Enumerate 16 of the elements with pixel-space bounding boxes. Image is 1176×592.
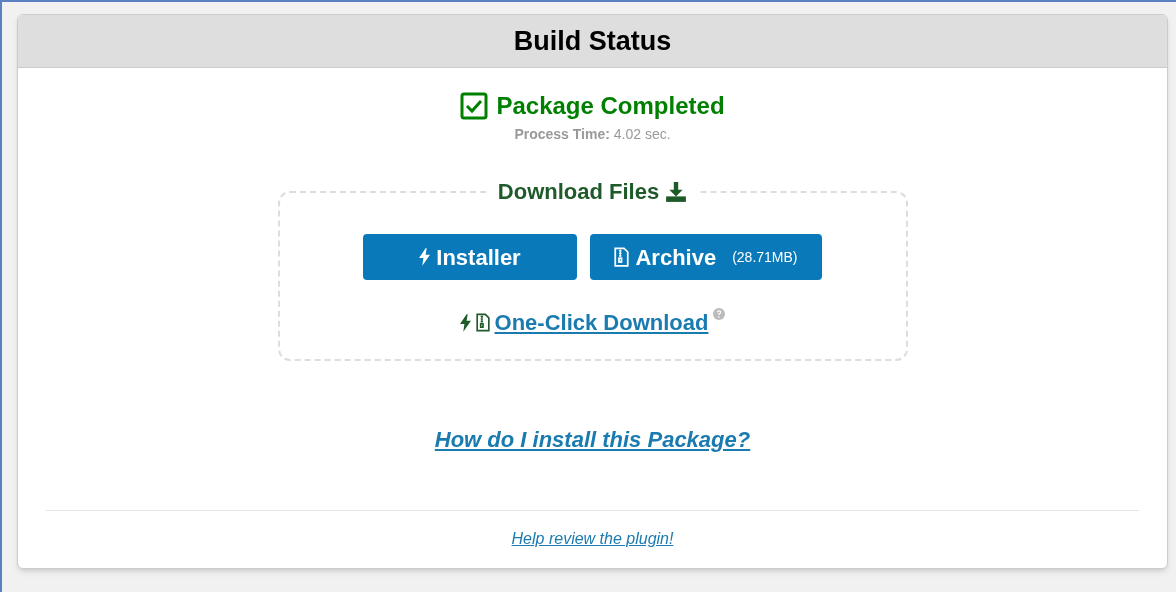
lightning-icon: [419, 248, 431, 266]
help-icon: [713, 308, 726, 320]
download-legend: Download Files: [497, 175, 660, 208]
zip-file-icon: [614, 247, 630, 267]
archive-button[interactable]: Archive (28.71MB): [590, 234, 822, 280]
installer-button[interactable]: Installer: [363, 234, 577, 280]
status-title: Package Completed: [496, 91, 725, 121]
download-icon: [665, 180, 688, 203]
install-help-link[interactable]: How do I install this Package?: [434, 423, 751, 456]
review-plugin-link[interactable]: Help review the plugin!: [511, 526, 674, 551]
panel-title: Build Status: [513, 24, 672, 58]
one-click-download-link[interactable]: One-Click Download: [494, 306, 709, 339]
checkbox-icon: [460, 92, 489, 120]
process-time: Process Time: 4.02 sec.: [514, 125, 671, 144]
lightning-icon: [459, 313, 471, 332]
zip-file-icon: [475, 313, 490, 332]
